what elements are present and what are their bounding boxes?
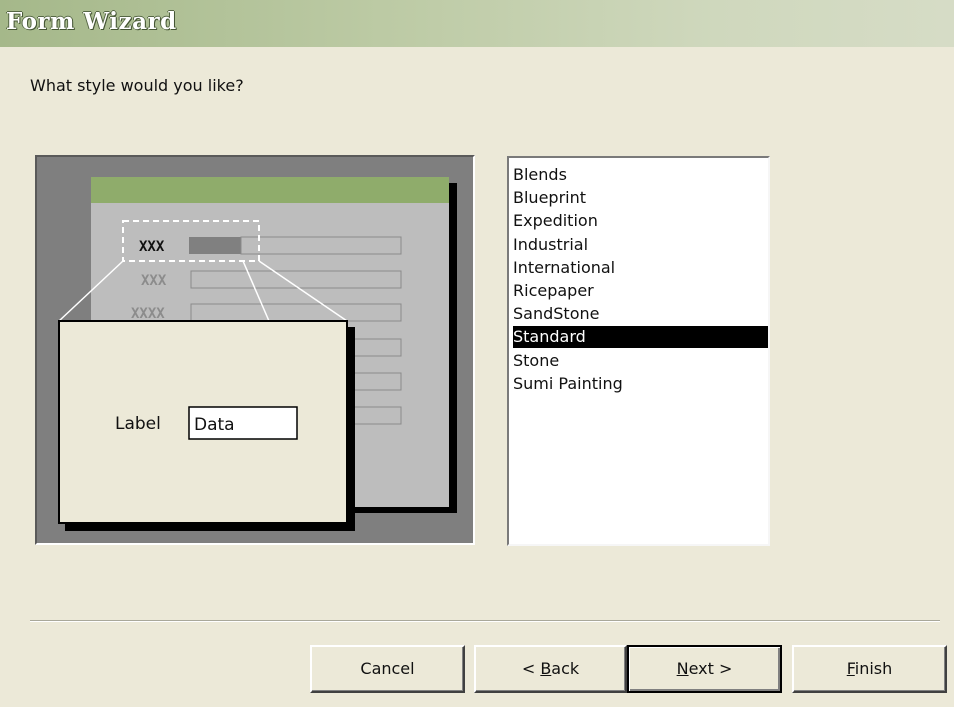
window-title: Form Wizard [6, 8, 177, 35]
style-option-blends[interactable]: Blends [513, 164, 768, 186]
next-button[interactable]: Next > [627, 645, 782, 693]
style-listbox[interactable]: Blends Blueprint Expedition Industrial Inter… [507, 156, 770, 546]
style-prompt: What style would you like? [30, 76, 244, 95]
back-button-label: ack [551, 659, 580, 678]
sample-field-label-1: XXX [139, 239, 165, 255]
style-option-industrial[interactable]: Industrial [513, 234, 768, 256]
next-button-mnemonic: N [676, 659, 689, 678]
style-preview: XXX XXX XXXX Label Data [35, 155, 475, 545]
zoom-label-text: Label [115, 414, 161, 434]
title-bar: Form Wizard [0, 0, 954, 47]
style-preview-graphic: XXX XXX XXXX Label Data [58, 177, 457, 531]
button-divider [30, 620, 940, 622]
back-button-mnemonic: B [540, 659, 552, 678]
style-option-expedition[interactable]: Expedition [513, 210, 768, 232]
zoom-data-text: Data [194, 415, 235, 435]
finish-button-label: inish [854, 659, 893, 678]
style-option-standard[interactable]: Standard [513, 326, 768, 349]
sample-field-label-2: XXX [141, 273, 167, 289]
style-option-sumi-painting[interactable]: Sumi Painting [513, 373, 768, 395]
next-button-label: ext > [688, 659, 733, 678]
cancel-button-label: Cancel [360, 659, 415, 678]
cancel-button[interactable]: Cancel [310, 645, 465, 693]
style-option-blueprint[interactable]: Blueprint [513, 187, 768, 209]
back-button-prefix: < [521, 659, 541, 678]
back-button[interactable]: < Back [474, 645, 627, 693]
style-option-sandstone[interactable]: SandStone [513, 303, 768, 325]
style-option-stone[interactable]: Stone [513, 350, 768, 372]
finish-button[interactable]: Finish [792, 645, 947, 693]
finish-button-mnemonic: F [846, 659, 855, 678]
preview-header-bar [91, 177, 449, 203]
style-option-international[interactable]: International [513, 257, 768, 279]
style-option-ricepaper[interactable]: Ricepaper [513, 280, 768, 302]
sample-field-label-3: XXXX [131, 306, 165, 322]
